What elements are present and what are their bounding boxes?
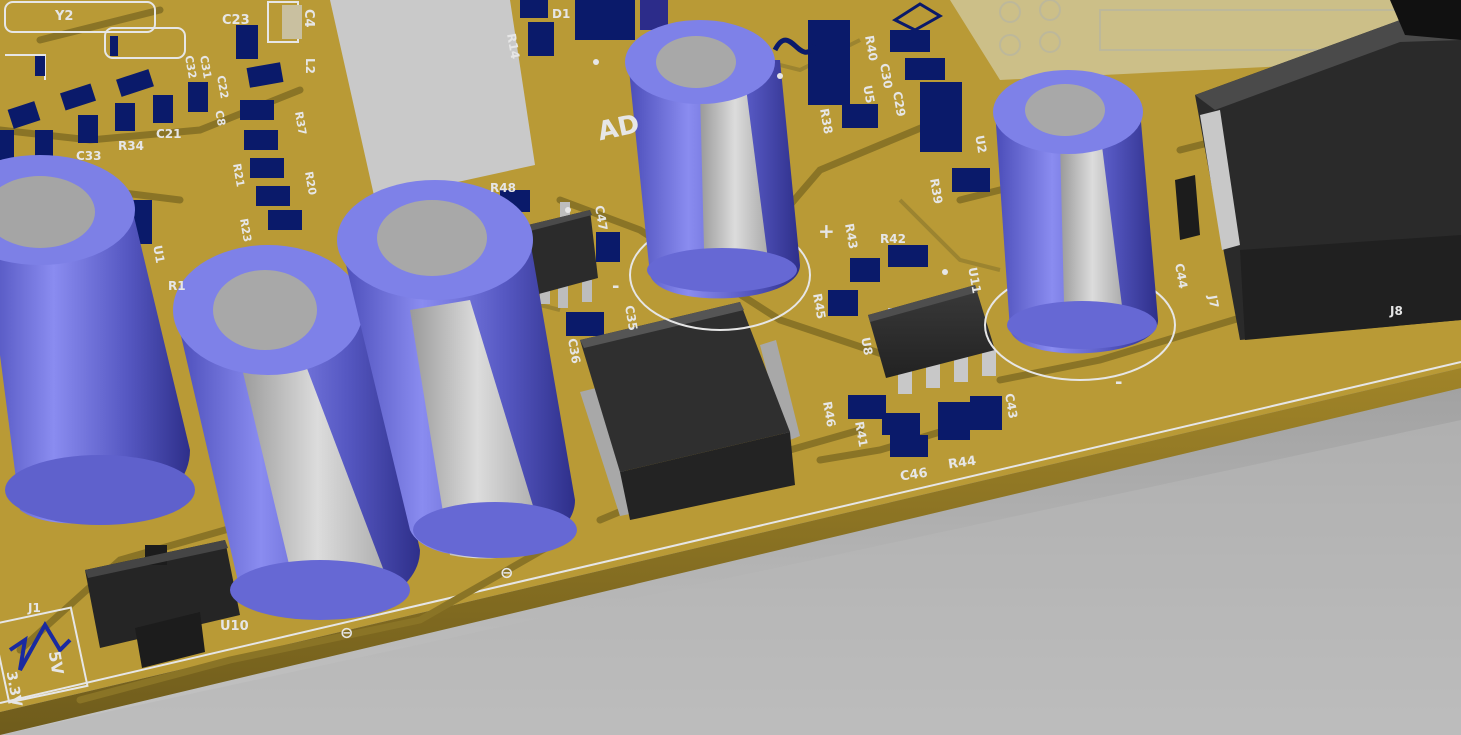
- pcb-3d-viewport[interactable]: Y2 C23 C4 L2 R14 D1 R40 C30 C29 U5 R38 R…: [0, 0, 1461, 735]
- label-j8: J8: [1389, 304, 1403, 318]
- label-c4: C4: [301, 9, 316, 28]
- label-l2: L2: [303, 58, 317, 74]
- label-minus2: -: [1115, 372, 1122, 393]
- label-r34: R34: [118, 139, 144, 153]
- label-j1: J1: [27, 601, 41, 615]
- capacitor-medium-1[interactable]: [625, 20, 800, 299]
- label-polarity2: ⊖: [500, 563, 513, 582]
- label-y2: Y2: [54, 9, 73, 24]
- capacitor-medium-2[interactable]: [993, 70, 1158, 354]
- label-r48: R48: [490, 181, 516, 195]
- label-minus: -: [612, 276, 619, 297]
- pcb-scene: Y2 C23 C4 L2 R14 D1 R40 C30 C29 U5 R38 R…: [0, 0, 1461, 735]
- label-d1: D1: [552, 7, 570, 21]
- label-polarity1: ⊖: [340, 623, 353, 642]
- label-r42: R42: [880, 232, 906, 246]
- label-r1: R1: [168, 279, 186, 293]
- label-plus: +: [818, 219, 835, 243]
- label-c33: C33: [76, 149, 102, 163]
- label-u10: U10: [220, 619, 249, 634]
- label-j7: J7: [1205, 293, 1221, 309]
- label-c21: C21: [156, 127, 182, 141]
- label-c8: C8: [212, 109, 228, 127]
- label-c23: C23: [222, 13, 250, 28]
